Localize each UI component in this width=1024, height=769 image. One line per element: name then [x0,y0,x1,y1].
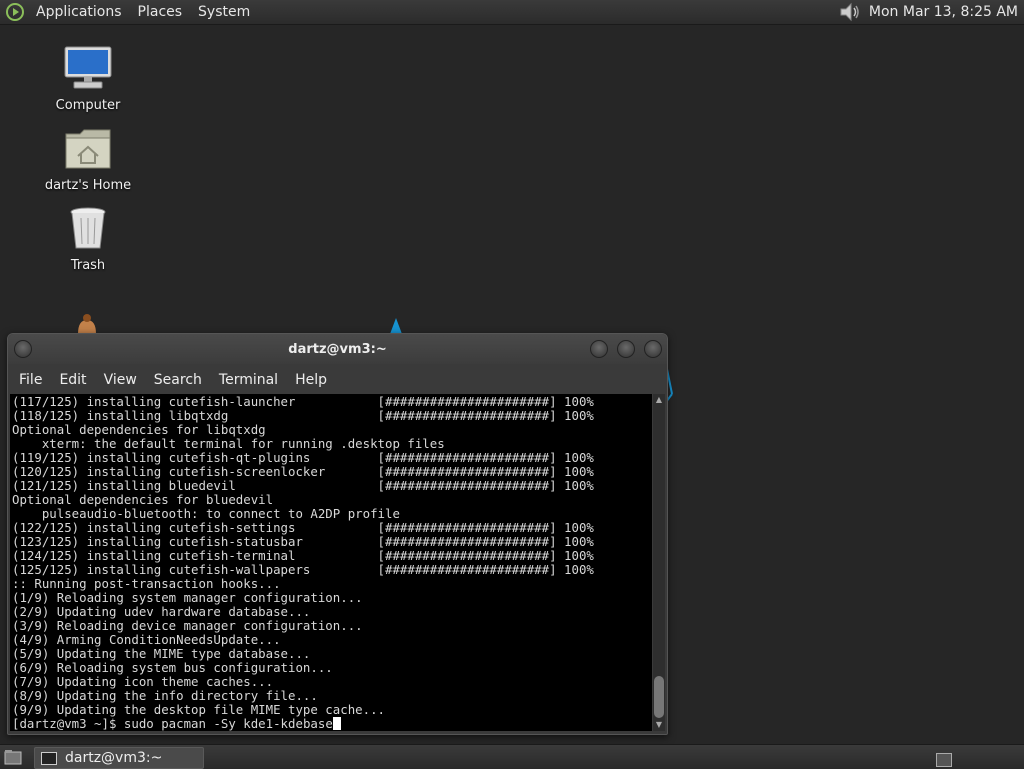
terminal-line: (4/9) Arming ConditionNeedsUpdate... [12,632,281,647]
menu-file[interactable]: File [12,372,49,388]
terminal-line: (6/9) Reloading system bus configuration… [12,660,333,675]
terminal-line: (5/9) Updating the MIME type database... [12,646,311,661]
desktop-icon-trash[interactable]: Trash [38,206,138,273]
terminal-line: (123/125) installing cutefish-statusbar … [12,534,594,549]
terminal-line: (118/125) installing libqtxdg [#########… [12,408,594,423]
computer-icon [64,46,112,89]
top-panel: Applications Places System Mon Mar 13, 8… [0,0,1024,25]
terminal-line: (122/125) installing cutefish-settings [… [12,520,594,535]
terminal-icon [41,751,57,765]
scrollbar-thumb[interactable] [654,676,664,718]
terminal-menubar: File Edit View Search Terminal Help [8,366,667,394]
places-menu[interactable]: Places [130,0,191,24]
bottom-panel: dartz@vm3:~ [0,744,1024,769]
close-button[interactable] [644,340,662,358]
minimize-button[interactable] [590,340,608,358]
system-menu[interactable]: System [190,0,258,24]
maximize-button[interactable] [617,340,635,358]
clock[interactable]: Mon Mar 13, 8:25 AM [869,4,1018,20]
menu-help[interactable]: Help [288,372,334,388]
workspace-switcher[interactable] [936,753,952,767]
trash-icon [70,207,106,249]
terminal-line: xterm: the default terminal for running … [12,436,445,451]
window-menu-button[interactable] [14,340,32,358]
menu-search[interactable]: Search [147,372,209,388]
terminal-line: (1/9) Reloading system manager configura… [12,590,363,605]
terminal-line: pulseaudio-bluetooth: to connect to A2DP… [12,506,400,521]
menu-edit[interactable]: Edit [52,372,93,388]
terminal-line: (117/125) installing cutefish-launcher [… [12,394,594,409]
terminal-text: (117/125) installing cutefish-launcher [… [10,394,652,731]
scroll-down-arrow-icon[interactable]: ▼ [653,719,665,731]
terminal-line: (125/125) installing cutefish-wallpapers… [12,562,594,577]
terminal-line: (119/125) installing cutefish-qt-plugins… [12,450,594,465]
panel-tray: Mon Mar 13, 8:25 AM [839,2,1024,22]
menu-terminal[interactable]: Terminal [212,372,285,388]
terminal-scrollbar[interactable]: ▲ ▼ [653,394,665,731]
command-input[interactable]: sudo pacman -Sy kde1-kdebase [124,716,333,731]
shell-prompt: [dartz@vm3 ~]$ [12,716,124,731]
partial-desktop-icon[interactable] [72,312,102,334]
terminal-line: (8/9) Updating the info directory file..… [12,688,318,703]
desktop-icon-label: dartz's Home [44,178,132,193]
terminal-line: (7/9) Updating icon theme caches... [12,674,274,689]
taskbar-label: dartz@vm3:~ [65,750,163,766]
desktop-icon-home[interactable]: dartz's Home [38,126,138,193]
terminal-line: :: Running post-transaction hooks... [12,576,281,591]
terminal-line: Optional dependencies for libqtxdg [12,422,266,437]
terminal-line: (3/9) Reloading device manager configura… [12,618,363,633]
window-titlebar[interactable]: dartz@vm3:~ [8,334,667,364]
desktop-icon-label: Trash [70,258,106,273]
terminal-line: (121/125) installing bluedevil [########… [12,478,594,493]
home-folder-icon [65,129,111,169]
applications-menu[interactable]: Applications [28,0,130,24]
show-desktop-icon[interactable] [4,749,22,765]
desktop-icon-computer[interactable]: Computer [38,46,138,113]
terminal-line: (120/125) installing cutefish-screenlock… [12,464,594,479]
volume-icon[interactable] [839,2,861,22]
terminal-line: (2/9) Updating udev hardware database... [12,604,311,619]
desktop-icon-label: Computer [55,98,121,113]
background-logo-icon [390,318,402,334]
menu-view[interactable]: View [97,372,144,388]
terminal-line: Optional dependencies for bluedevil [12,492,274,507]
terminal-line: (124/125) installing cutefish-terminal [… [12,548,594,563]
terminal-line: (9/9) Updating the desktop file MIME typ… [12,702,385,717]
window-title: dartz@vm3:~ [288,341,387,357]
terminal-output[interactable]: (117/125) installing cutefish-launcher [… [10,394,652,731]
terminal-window[interactable]: dartz@vm3:~ File Edit View Search Termin… [7,333,668,735]
text-cursor [332,717,341,730]
scroll-up-arrow-icon[interactable]: ▲ [653,394,665,406]
taskbar-terminal-button[interactable]: dartz@vm3:~ [34,747,204,769]
distro-logo-icon[interactable] [6,3,24,21]
terminal-prompt-line[interactable]: [dartz@vm3 ~]$ sudo pacman -Sy kde1-kdeb… [12,717,652,731]
